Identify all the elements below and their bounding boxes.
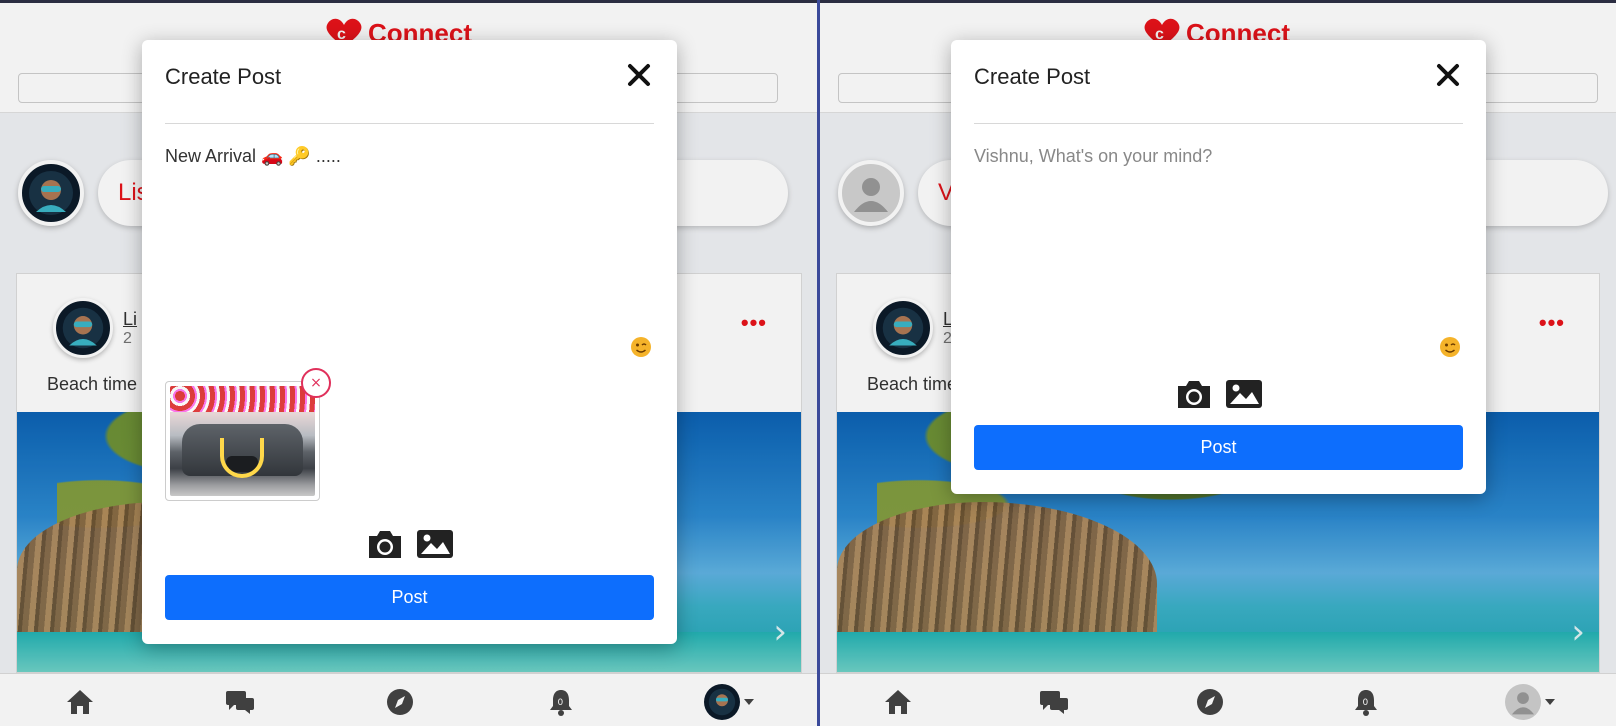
post-placeholder: Vishnu, What's on your mind? (974, 146, 1213, 166)
left-pane: c Connect Lisa Li 2 ••• Beach time › 0 C… (0, 3, 817, 726)
modal-header: Create Post (974, 40, 1463, 124)
close-icon[interactable] (626, 62, 652, 88)
media-actions (951, 377, 1486, 411)
emoji-icon[interactable] (630, 336, 652, 358)
flower-decoration (170, 386, 315, 412)
create-post-modal: Create Post New Arrival 🚗 🔑 ..... × Post (142, 40, 677, 644)
attached-photo (170, 386, 315, 496)
modal-title: Create Post (165, 64, 282, 89)
create-post-modal: Create Post Vishnu, What's on your mind?… (951, 40, 1486, 494)
image-icon[interactable] (1225, 377, 1263, 411)
camera-icon[interactable] (366, 527, 404, 561)
emoji-icon[interactable] (1439, 336, 1461, 358)
post-button[interactable]: Post (165, 575, 654, 620)
close-icon[interactable] (1435, 62, 1461, 88)
modal-title: Create Post (974, 64, 1091, 89)
right-pane: c Connect Vis L 2 ••• Beach time › (820, 3, 1616, 726)
camera-icon[interactable] (1175, 377, 1213, 411)
modal-header: Create Post (165, 40, 654, 124)
post-textarea[interactable]: Vishnu, What's on your mind? (974, 146, 1463, 357)
remove-attachment-button[interactable]: × (301, 368, 331, 398)
attachment-preview: × (165, 368, 331, 501)
post-textarea[interactable]: New Arrival 🚗 🔑 ..... (165, 146, 654, 357)
image-icon[interactable] (416, 527, 454, 561)
media-actions (142, 527, 677, 561)
post-button[interactable]: Post (974, 425, 1463, 470)
post-text-value: New Arrival 🚗 🔑 ..... (165, 146, 341, 166)
